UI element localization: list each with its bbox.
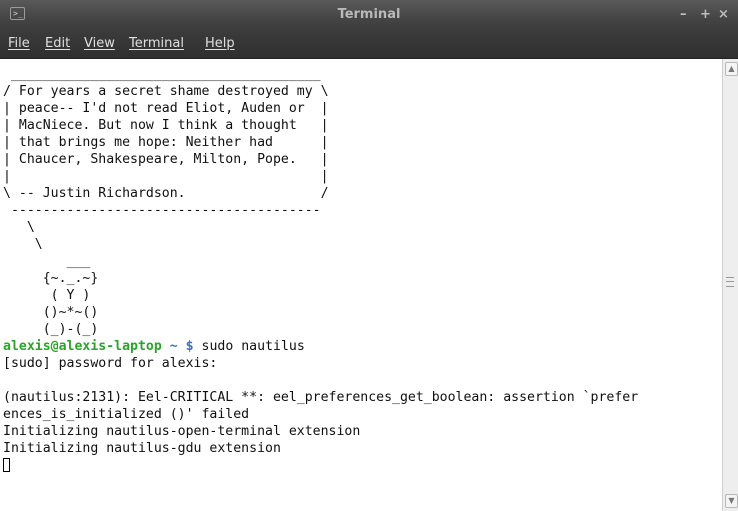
prompt-directory: ~ <box>169 339 178 354</box>
arrow-up-icon[interactable]: ▲ <box>725 62 738 76</box>
command-text: sudo nautilus <box>193 339 305 354</box>
window-title: Terminal <box>337 7 401 22</box>
prompt-symbol: $ <box>185 339 194 354</box>
terminal-output-area[interactable]: _______________________________________ … <box>0 59 722 511</box>
menu-view[interactable]: View <box>84 36 115 51</box>
arrow-down-icon[interactable]: ▼ <box>725 494 738 508</box>
prompt-user-host: alexis@alexis-laptop <box>3 339 162 354</box>
menu-edit[interactable]: Edit <box>45 36 70 51</box>
menu-file[interactable]: File <box>8 36 30 51</box>
menu-bar: File Edit View Terminal Help <box>0 30 738 59</box>
maximize-button[interactable]: + <box>700 7 711 22</box>
text-cursor <box>3 458 10 472</box>
scroll-grip-icon[interactable] <box>726 277 734 287</box>
menu-help[interactable]: Help <box>205 36 235 51</box>
close-button[interactable]: × <box>718 7 729 22</box>
menu-terminal[interactable]: Terminal <box>129 36 184 51</box>
terminal-window: >_ Terminal – + × File Edit View Termina… <box>0 0 738 511</box>
vertical-scrollbar[interactable]: ▲ ▼ <box>722 59 738 511</box>
command-output: [sudo] password for alexis: (nautilus:21… <box>3 356 639 456</box>
title-bar[interactable]: >_ Terminal – + × <box>0 0 738 30</box>
minimize-button[interactable]: – <box>680 7 687 22</box>
fortune-cowsay-output: _______________________________________ … <box>3 67 329 337</box>
